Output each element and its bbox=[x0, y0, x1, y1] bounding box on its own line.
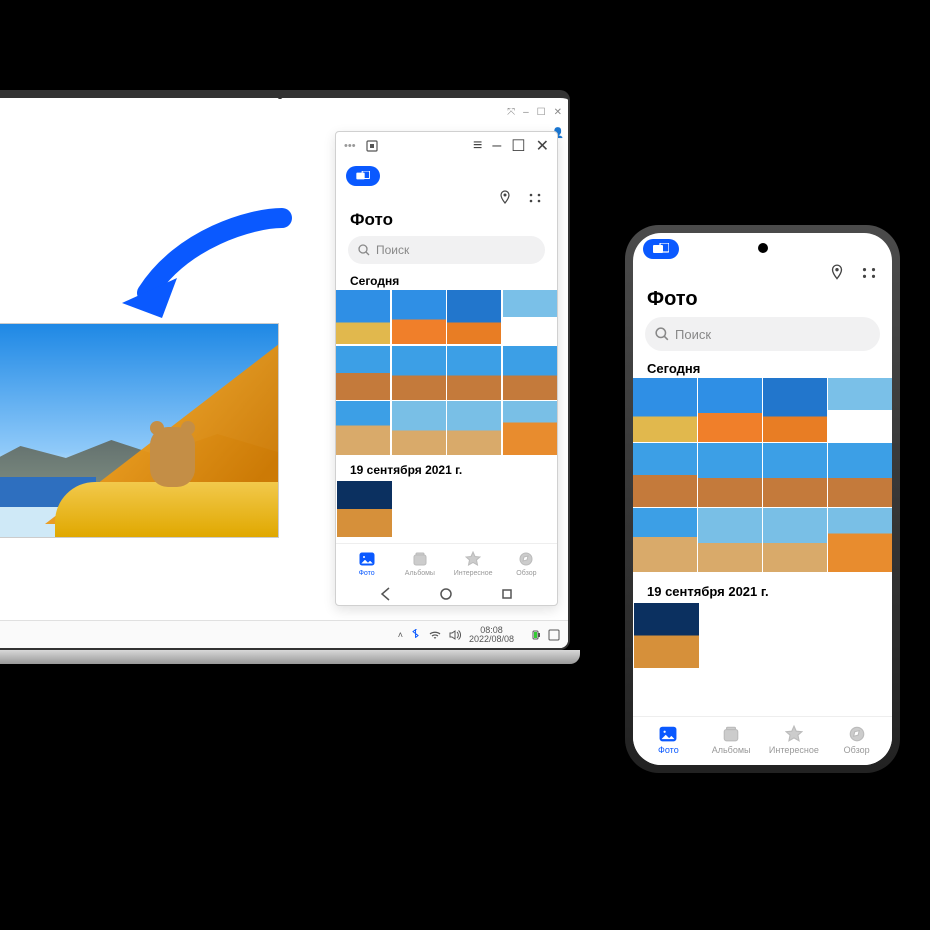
tray-up-icon[interactable]: ˄ bbox=[398, 630, 403, 640]
albums-icon bbox=[722, 725, 740, 743]
search-icon bbox=[655, 327, 669, 341]
photo-thumb[interactable] bbox=[447, 290, 501, 344]
photo-thumb[interactable] bbox=[392, 290, 446, 344]
volume-icon[interactable] bbox=[449, 630, 461, 640]
minimize-button[interactable]: – bbox=[523, 107, 529, 118]
window-minimize-button[interactable]: – bbox=[492, 137, 501, 155]
page-title: Фото bbox=[633, 282, 892, 317]
photo-thumb[interactable] bbox=[336, 346, 390, 400]
section-today: Сегодня bbox=[336, 272, 557, 290]
more-icon[interactable] bbox=[860, 264, 878, 282]
search-input[interactable]: Поиск bbox=[348, 236, 545, 264]
viewer-titlebar: ⤧ – ☐ ✕ 👤 bbox=[0, 98, 568, 126]
photo-thumb[interactable] bbox=[336, 290, 390, 344]
photo-icon bbox=[358, 550, 376, 568]
nav-back-icon[interactable] bbox=[379, 587, 393, 601]
page-title: Фото bbox=[336, 206, 557, 236]
search-placeholder: Поиск bbox=[376, 243, 409, 257]
photo-thumb[interactable] bbox=[828, 378, 892, 442]
photo-thumb[interactable] bbox=[447, 401, 501, 455]
photo-thumb[interactable] bbox=[336, 401, 390, 455]
section-today: Сегодня bbox=[633, 359, 892, 378]
search-input[interactable]: Поиск bbox=[645, 317, 880, 351]
photo-thumb[interactable] bbox=[633, 378, 697, 442]
laptop-base bbox=[0, 650, 580, 664]
maximize-button[interactable]: ☐ bbox=[537, 107, 546, 118]
desktop: ⤧ – ☐ ✕ 👤 bbox=[0, 98, 568, 648]
tab-albums[interactable]: Альбомы bbox=[393, 550, 446, 577]
section-date: 19 сентября 2021 г. bbox=[336, 461, 557, 479]
tab-highlights[interactable]: Интересное bbox=[447, 550, 500, 577]
tab-highlights[interactable]: Интересное bbox=[766, 725, 822, 755]
photo-thumb[interactable] bbox=[763, 378, 827, 442]
star-icon bbox=[785, 725, 803, 743]
section-date: 19 сентября 2021 г. bbox=[633, 582, 892, 601]
map-icon[interactable] bbox=[828, 264, 846, 282]
tab-browse[interactable]: Обзор bbox=[829, 725, 885, 755]
photo-thumb[interactable] bbox=[763, 443, 827, 507]
bluetooth-icon[interactable] bbox=[411, 629, 421, 641]
taskbar-clock[interactable]: 08:08 2022/08/08 bbox=[469, 626, 514, 644]
photo-thumb[interactable] bbox=[828, 508, 892, 572]
search-icon bbox=[358, 244, 370, 256]
photo-icon bbox=[659, 725, 677, 743]
pin-icon[interactable]: ⤧ bbox=[507, 107, 515, 118]
laptop-device: ⤧ – ☐ ✕ 👤 bbox=[0, 90, 590, 664]
tab-photo[interactable]: Фото bbox=[640, 725, 696, 755]
window-maximize-button[interactable]: ☐ bbox=[511, 136, 525, 156]
cast-icon[interactable] bbox=[366, 140, 378, 152]
albums-icon bbox=[411, 550, 429, 568]
phone-mirror-window[interactable]: ••• ≡ – ☐ ✕ bbox=[335, 131, 558, 606]
photo-thumb[interactable] bbox=[447, 346, 501, 400]
browse-icon bbox=[848, 725, 866, 743]
more-icon[interactable] bbox=[527, 190, 543, 206]
multiscreen-badge[interactable] bbox=[643, 239, 679, 259]
photo-thumb[interactable] bbox=[392, 346, 446, 400]
multiscreen-icon bbox=[653, 243, 669, 255]
browse-icon bbox=[517, 550, 535, 568]
map-icon[interactable] bbox=[497, 190, 513, 206]
multiscreen-badge[interactable] bbox=[346, 166, 380, 186]
taskbar: ˄ 08:08 2022/08/08 bbox=[0, 620, 568, 648]
star-icon bbox=[464, 550, 482, 568]
tab-albums[interactable]: Альбомы bbox=[703, 725, 759, 755]
wifi-icon[interactable] bbox=[429, 630, 441, 640]
photo-thumb[interactable] bbox=[634, 603, 699, 668]
close-button[interactable]: ✕ bbox=[554, 107, 562, 118]
menu-icon[interactable]: ≡ bbox=[473, 137, 482, 155]
notifications-icon[interactable] bbox=[548, 629, 560, 641]
photo-thumb[interactable] bbox=[763, 508, 827, 572]
photo-thumb[interactable] bbox=[698, 443, 762, 507]
tab-browse[interactable]: Обзор bbox=[500, 550, 553, 577]
phone-device: Фото Поиск Сегодня 19 сентября 20 bbox=[625, 225, 900, 773]
multiscreen-icon bbox=[356, 171, 370, 181]
photo-thumb[interactable] bbox=[392, 401, 446, 455]
tab-photo[interactable]: Фото bbox=[340, 550, 393, 577]
window-close-button[interactable]: ✕ bbox=[536, 136, 549, 156]
battery-icon[interactable] bbox=[522, 630, 540, 640]
phone-camera bbox=[758, 243, 768, 253]
photo-thumb[interactable] bbox=[828, 443, 892, 507]
nav-home-icon[interactable] bbox=[439, 587, 453, 601]
photo-thumb[interactable] bbox=[337, 481, 392, 536]
photo-thumb[interactable] bbox=[503, 401, 557, 455]
nav-recent-icon[interactable] bbox=[500, 587, 514, 601]
photo-thumb[interactable] bbox=[633, 443, 697, 507]
photo-thumb[interactable] bbox=[698, 508, 762, 572]
photo-thumb[interactable] bbox=[698, 378, 762, 442]
mirror-title: ••• bbox=[344, 140, 356, 152]
photo-thumb[interactable] bbox=[503, 290, 557, 344]
transfer-arrow-icon bbox=[122, 208, 292, 318]
photo-thumb[interactable] bbox=[503, 346, 557, 400]
search-placeholder: Поиск bbox=[675, 327, 711, 342]
dragged-photo[interactable] bbox=[0, 323, 279, 538]
photo-thumb[interactable] bbox=[633, 508, 697, 572]
